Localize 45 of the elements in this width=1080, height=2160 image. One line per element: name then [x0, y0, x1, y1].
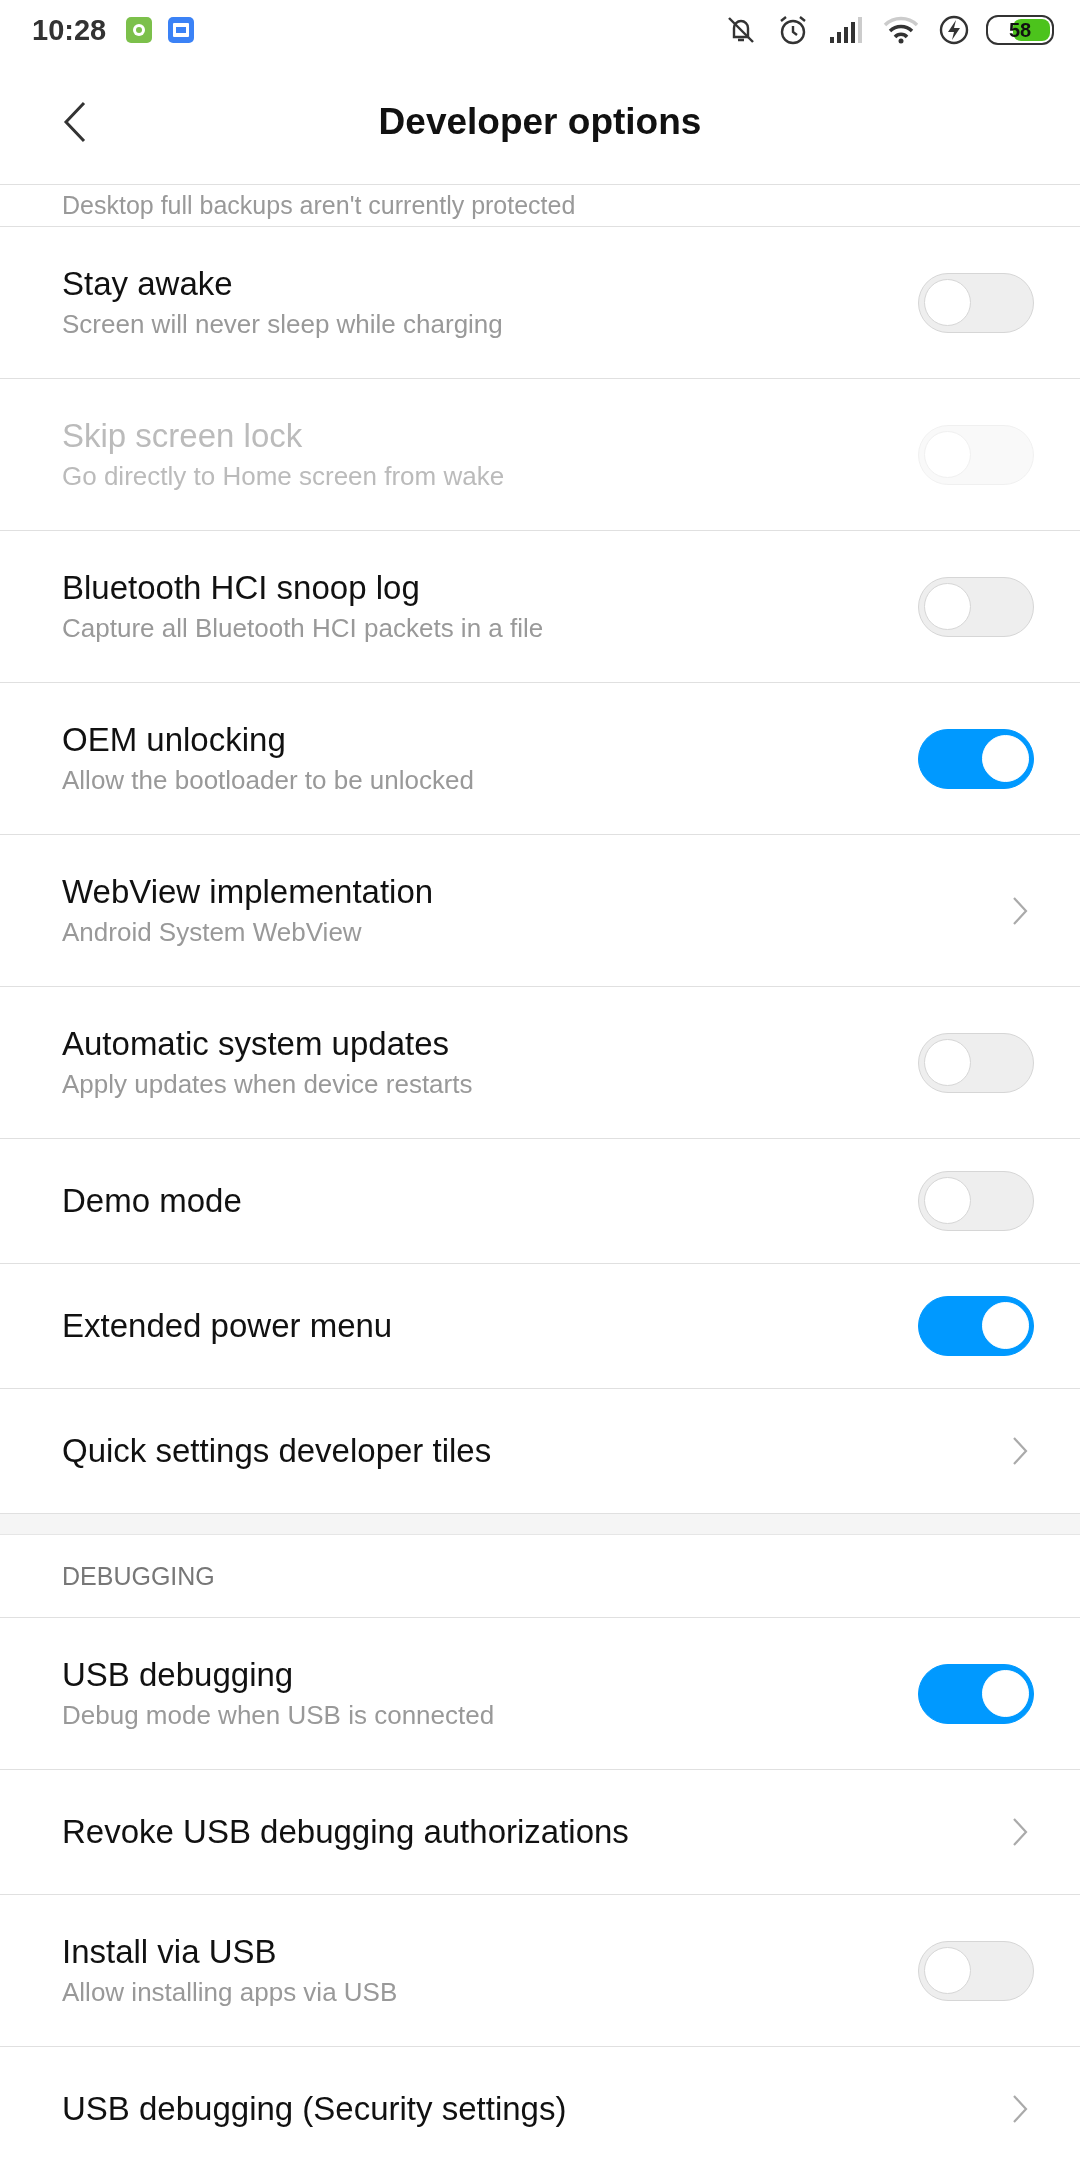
setting-summary: Screen will never sleep while charging	[62, 309, 504, 340]
setting-row[interactable]: Install via USB Allow installing apps via USB	[0, 1895, 1080, 2047]
setting-summary: Debug mode when USB is connected	[62, 1700, 496, 1731]
chevron-icon	[1012, 1817, 1028, 1847]
setting-summary: Allow installing apps via USB	[62, 1977, 399, 2008]
setting-title: Quick settings developer tiles	[62, 1432, 493, 1470]
setting-row[interactable]: Bluetooth HCI snoop log Capture all Bluetooth HCI packets in a file	[0, 531, 1080, 683]
setting-summary: Go directly to Home screen from wake	[62, 461, 506, 492]
setting-row[interactable]: Revoke USB debugging authorizations	[0, 1770, 1080, 1895]
status-time: 10:28	[32, 13, 107, 47]
wifi-icon	[882, 15, 920, 45]
setting-summary: Desktop full backups aren't currently protected	[62, 192, 576, 218]
chevron-icon	[1012, 2094, 1028, 2124]
setting-title: Skip screen lock	[62, 417, 304, 455]
chevron-icon	[1012, 895, 1028, 926]
setting-title: WebView implementation	[62, 873, 435, 911]
setting-summary: Allow the bootloader to be unlocked	[62, 765, 475, 796]
toggle-switch[interactable]	[918, 1296, 1034, 1356]
signal-icon	[828, 15, 864, 45]
setting-summary: Capture all Bluetooth HCI packets in a file	[62, 613, 545, 644]
setting-row[interactable]: USB debugging (Security settings)	[0, 2047, 1080, 2160]
setting-row[interactable]: WebView implementation Android System WebView	[0, 835, 1080, 987]
setting-row[interactable]: Demo mode	[0, 1139, 1080, 1264]
setting-row[interactable]: Stay awake Screen will never sleep while charging	[0, 227, 1080, 379]
setting-title: OEM unlocking	[62, 721, 287, 759]
setting-title: USB debugging (Security settings)	[62, 2090, 568, 2128]
chevron-icon	[1012, 1436, 1028, 1466]
page-title: Developer options	[378, 101, 702, 143]
setting-title: Extended power menu	[62, 1307, 394, 1345]
setting-title: Stay awake	[62, 265, 234, 303]
section-header: DEBUGGING	[62, 1561, 215, 1591]
setting-title: Revoke USB debugging authorizations	[62, 1813, 630, 1851]
charging-icon	[938, 14, 970, 46]
setting-title: USB debugging	[62, 1656, 295, 1694]
setting-summary: Apply updates when device restarts	[62, 1069, 474, 1100]
setting-summary: Android System WebView	[62, 917, 363, 948]
setting-row[interactable]: Automatic system updates Apply updates when device restarts	[0, 987, 1080, 1139]
back-icon[interactable]	[62, 100, 88, 144]
setting-title: Automatic system updates	[62, 1025, 450, 1063]
setting-title: Install via USB	[62, 1933, 278, 1971]
setting-row[interactable]: Extended power menu	[0, 1264, 1080, 1389]
setting-title: Bluetooth HCI snoop log	[62, 569, 421, 607]
setting-row[interactable]: USB debugging Debug mode when USB is connected	[0, 1618, 1080, 1770]
setting-title: Demo mode	[62, 1182, 243, 1220]
setting-row[interactable]: OEM unlocking Allow the bootloader to be unlocked	[0, 683, 1080, 835]
